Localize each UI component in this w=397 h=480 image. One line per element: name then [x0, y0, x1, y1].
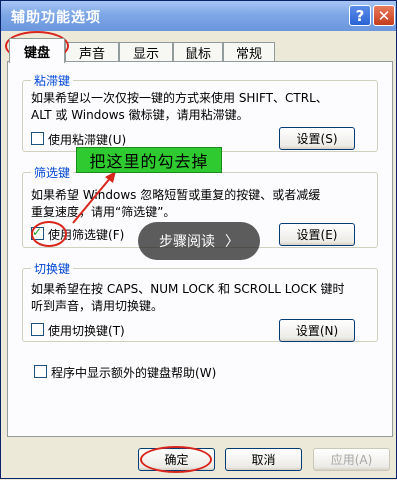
step-reading-text: 步骤阅读	[159, 234, 215, 250]
chevron-right-icon: 〉	[225, 234, 239, 250]
step-reading-overlay-button[interactable]: 步骤阅读 〉	[138, 222, 260, 260]
instruction-callout: 把这里的勾去掉	[76, 147, 222, 173]
accessibility-options-dialog: 辅助功能选项 ? ✕ 键盘 声音 显示 鼠标 常规 粘滞键 如果希望以一次仅按一…	[0, 0, 397, 479]
tab-keyboard[interactable]: 键盘	[9, 38, 65, 63]
